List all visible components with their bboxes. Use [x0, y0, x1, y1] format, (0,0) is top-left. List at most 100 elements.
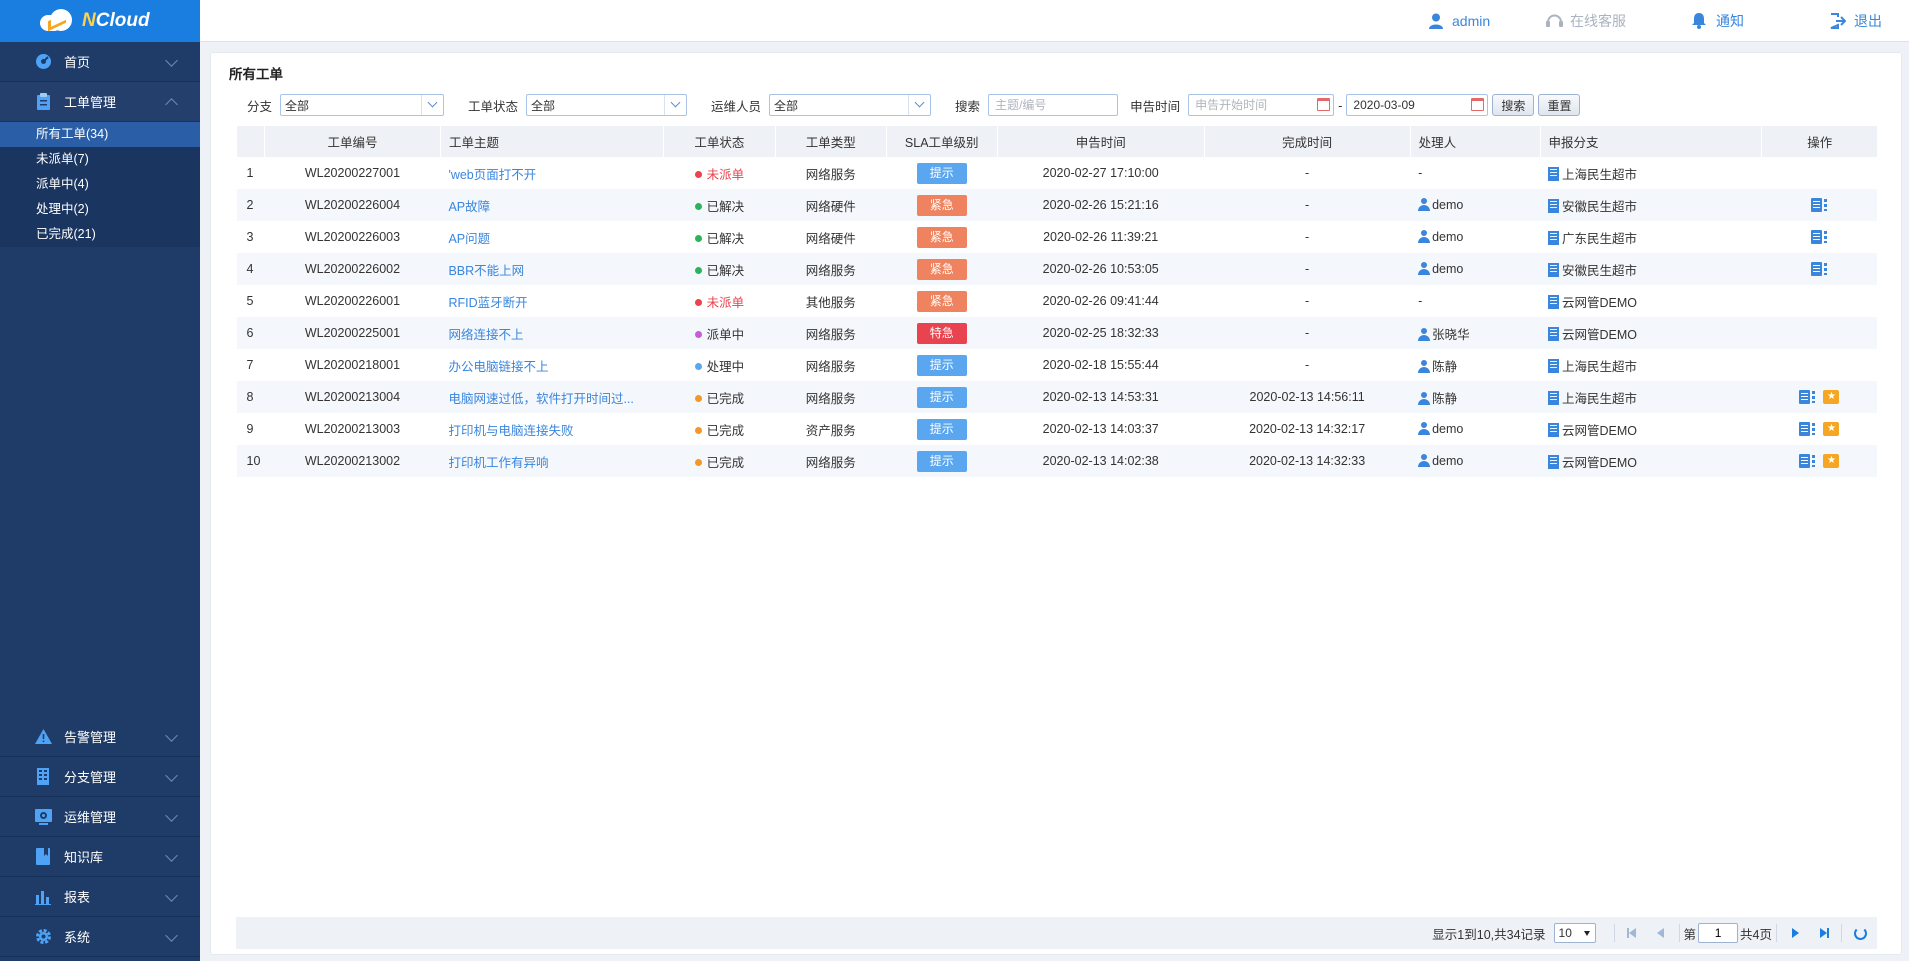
status-filter-label: 工单状态	[468, 99, 519, 114]
logo[interactable]: NCloud	[0, 0, 200, 42]
table-row[interactable]: 7 WL20200218001 办公电脑链接不上 处理中 网络服务 提示 2020-02-1…	[236, 349, 1877, 381]
row-index: 9	[236, 413, 265, 445]
ticket-subject-link[interactable]: 办公电脑链接不上	[440, 349, 664, 381]
table-row[interactable]: 10 WL20200213002 打印机工作有异响 已完成 网络服务 提示 2020-02-…	[236, 445, 1877, 477]
branch: 云网管DEMO	[1540, 317, 1762, 349]
notifications[interactable]: 通知	[1692, 0, 1744, 42]
branch-name: 云网管DEMO	[1562, 423, 1638, 438]
page-number-input[interactable]	[1698, 923, 1739, 943]
start-date-input[interactable]	[1188, 94, 1335, 116]
table-row[interactable]: 4 WL20200226002 BBR不能上网 已解决 网络服务 紧急 2020-02-26…	[236, 253, 1877, 285]
ticket-subject-link[interactable]: 打印机与电脑连接失败	[440, 413, 664, 445]
detail-list-icon[interactable]	[1799, 390, 1816, 405]
last-page-icon[interactable]	[1816, 926, 1830, 940]
table-row[interactable]: 9 WL20200213003 打印机与电脑连接失败 已完成 资产服务 提示 2020-02…	[236, 413, 1877, 445]
nav-ops-management[interactable]: 运维管理	[0, 797, 200, 837]
detail-list-icon[interactable]	[1811, 198, 1828, 213]
sub-item-processing[interactable]: 处理中(2)	[0, 197, 200, 222]
sidebar: NCloud 首页 工单管理 所有工单(34) 未派单(7) 派单中(4) 处理…	[0, 0, 200, 961]
nav-branch-label: 分支管理	[64, 770, 117, 785]
status-text: 处理中	[706, 359, 745, 374]
ticket-id: WL20200227001	[264, 157, 441, 189]
ticket-type: 网络服务	[775, 157, 887, 189]
row-actions: ★	[1761, 445, 1877, 477]
table-row[interactable]: 1 WL20200227001'web页面打不开 未派单 网络服务 提示 2020-02-…	[236, 157, 1877, 189]
calendar-icon[interactable]	[1471, 98, 1485, 111]
search-input[interactable]	[988, 94, 1119, 116]
nav-knowledge-base[interactable]: 知识库	[0, 837, 200, 877]
table-row[interactable]: 2 WL20200226004 AP故障 已解决 网络硬件 紧急 2020-02-26 15…	[236, 189, 1877, 221]
row-index: 5	[236, 285, 265, 317]
table-row[interactable]: 5 WL20200226001 RFID蓝牙断开 未派单 其他服务 紧急 2020-02-2…	[236, 285, 1877, 317]
end-date-input[interactable]	[1346, 94, 1489, 116]
ticket-id: WL20200226002	[264, 253, 441, 285]
sub-item-all-tickets[interactable]: 所有工单(34)	[0, 122, 200, 147]
ticket-subject-link[interactable]: AP问题	[440, 221, 664, 253]
ticket-subject-link[interactable]: 打印机工作有异响	[440, 445, 664, 477]
notifications-label: 通知	[1716, 13, 1744, 29]
calendar-icon[interactable]	[1317, 98, 1331, 111]
done-time: -	[1204, 253, 1411, 285]
user-menu[interactable]: admin	[1428, 0, 1490, 42]
col-header-handler[interactable]: 处理人	[1409, 126, 1541, 157]
col-header-sla[interactable]: SLA工单级别	[885, 126, 998, 157]
divider	[1776, 924, 1777, 942]
col-header-branch[interactable]: 申报分支	[1539, 126, 1762, 157]
rate-star-icon[interactable]: ★	[1823, 454, 1840, 469]
handler: demo	[1410, 189, 1541, 221]
ticket-subject-link[interactable]: AP故障	[440, 189, 664, 221]
ticket-subject-link[interactable]: RFID蓝牙断开	[440, 285, 664, 317]
nav-system[interactable]: 系统	[0, 917, 200, 957]
refresh-icon[interactable]	[1854, 926, 1867, 940]
row-actions: ★	[1761, 413, 1877, 445]
sub-item-unassigned[interactable]: 未派单(7)	[0, 147, 200, 172]
sub-item-completed[interactable]: 已完成(21)	[0, 222, 200, 247]
ticket-submenu: 所有工单(34) 未派单(7) 派单中(4) 处理中(2) 已完成(21)	[0, 122, 200, 247]
detail-list-icon[interactable]	[1799, 454, 1816, 469]
col-header-subject[interactable]: 工单主题	[439, 126, 664, 157]
table-row[interactable]: 8 WL20200213004 电脑网速过低，软件打开时间过... 已完成 网络服务 提示…	[236, 381, 1877, 413]
chevron-down-icon	[165, 809, 178, 822]
detail-list-icon[interactable]	[1799, 422, 1816, 437]
row-index: 8	[236, 381, 265, 413]
reset-button[interactable]: 重置	[1538, 94, 1581, 116]
rate-star-icon[interactable]: ★	[1823, 422, 1840, 437]
search-button[interactable]: 搜索	[1492, 94, 1535, 116]
online-service[interactable]: 在线客服	[1546, 0, 1626, 42]
ticket-subject-link[interactable]: BBR不能上网	[440, 253, 664, 285]
page-size-select[interactable]: 10	[1553, 923, 1596, 943]
nav-branch-management[interactable]: 分支管理	[0, 757, 200, 797]
table-row[interactable]: 3 WL20200226003 AP问题 已解决 网络硬件 紧急 2020-02-26 11…	[236, 221, 1877, 253]
rate-star-icon[interactable]: ★	[1823, 390, 1840, 405]
first-page-icon[interactable]	[1626, 926, 1640, 940]
building-icon	[1548, 359, 1560, 374]
col-header-ticket-id[interactable]: 工单编号	[263, 126, 441, 157]
ticket-id: WL20200218001	[264, 349, 441, 381]
prev-page-icon[interactable]	[1654, 926, 1668, 940]
nav-home[interactable]: 首页	[0, 42, 200, 82]
status-dot-icon	[694, 234, 702, 242]
ticket-subject-link[interactable]: 'web页面打不开	[440, 157, 664, 189]
branch-select[interactable]: 全部	[280, 94, 445, 116]
col-header-done-time[interactable]: 完成时间	[1203, 126, 1411, 157]
col-header-type[interactable]: 工单类型	[774, 126, 887, 157]
detail-list-icon[interactable]	[1811, 230, 1828, 245]
sub-item-assigning[interactable]: 派单中(4)	[0, 172, 200, 197]
col-header-report-time[interactable]: 申告时间	[996, 126, 1205, 157]
status-select[interactable]: 全部	[526, 94, 688, 116]
table-row[interactable]: 6 WL20200225001 网络连接不上 派单中 网络服务 特急 2020-02-25 …	[236, 317, 1877, 349]
nav-alarm-management[interactable]: 告警管理	[0, 717, 200, 757]
logout[interactable]: 退出	[1830, 0, 1882, 42]
next-page-icon[interactable]	[1788, 926, 1802, 940]
staff-select[interactable]: 全部	[769, 94, 932, 116]
sla-badge: 提示	[916, 162, 967, 184]
ticket-status: 已解决	[663, 253, 776, 285]
sla-level: 提示	[886, 413, 998, 445]
detail-list-icon[interactable]	[1811, 262, 1828, 277]
nav-reports[interactable]: 报表	[0, 877, 200, 917]
col-header-status[interactable]: 工单状态	[662, 126, 776, 157]
ticket-subject-link[interactable]: 电脑网速过低，软件打开时间过...	[440, 381, 664, 413]
report-time: 2020-02-26 11:39:21	[997, 221, 1205, 253]
ticket-subject-link[interactable]: 网络连接不上	[440, 317, 664, 349]
nav-ticket-management[interactable]: 工单管理	[0, 82, 200, 122]
